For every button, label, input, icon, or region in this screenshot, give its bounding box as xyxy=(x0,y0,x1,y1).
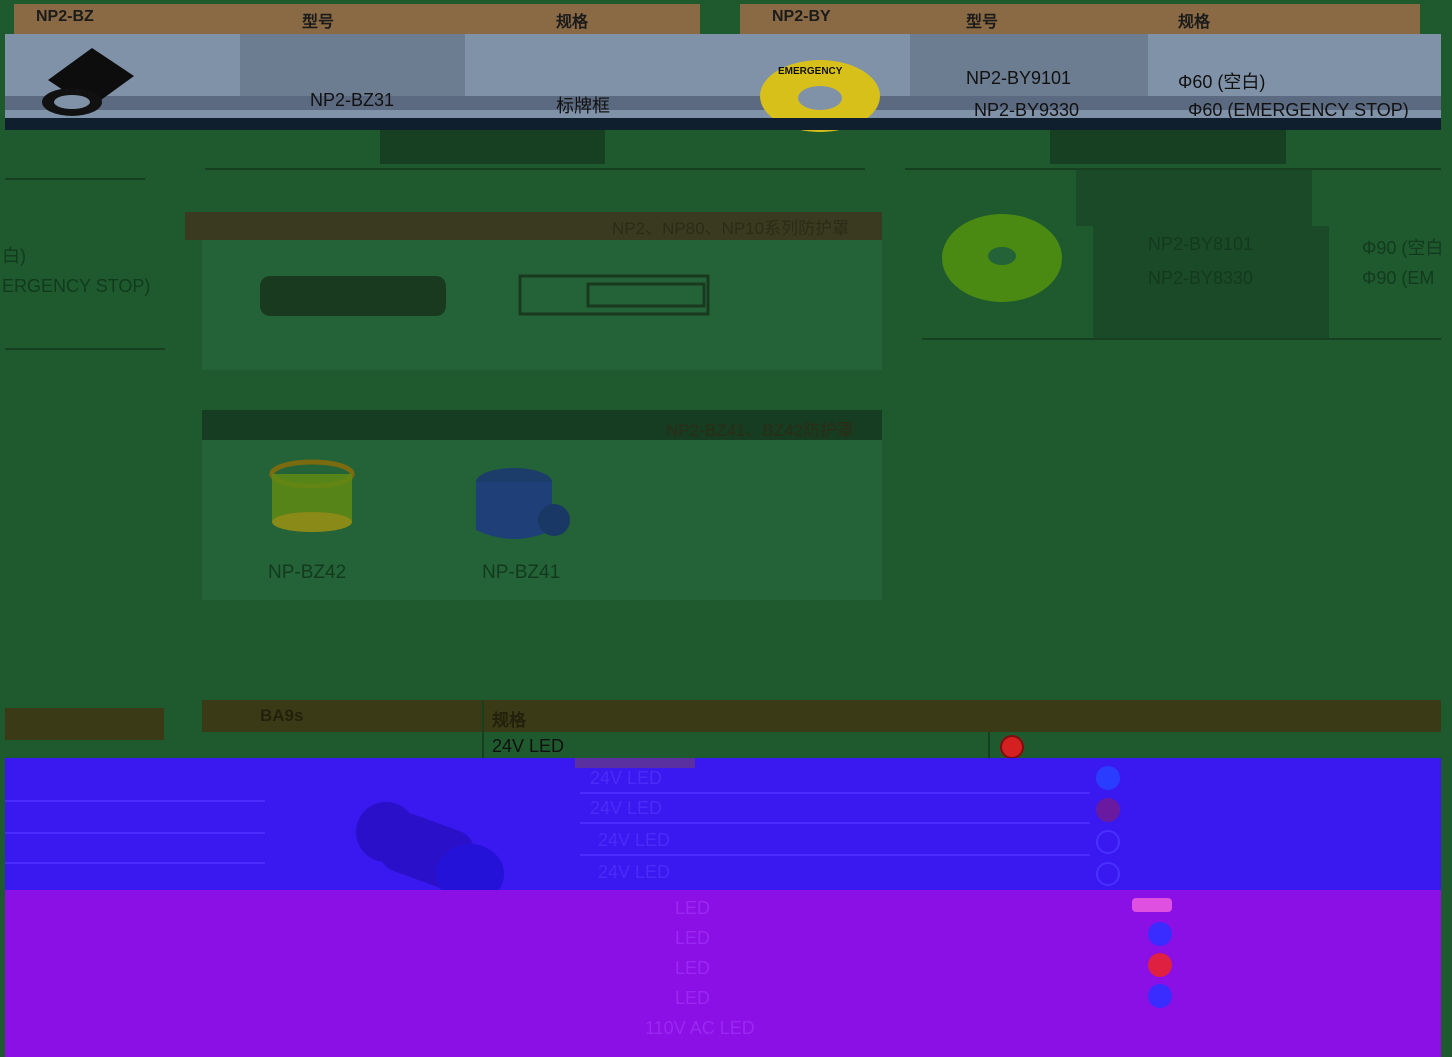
bulb-row-2-spec: 24V LED xyxy=(590,768,663,788)
rule-line xyxy=(922,338,1441,340)
led-blue-indicator xyxy=(1148,984,1172,1008)
bulb-row-7-spec: LED xyxy=(675,928,711,948)
header-spec-left: 规格 xyxy=(556,14,589,31)
model-np2-bz31: NP2-BZ31 xyxy=(310,90,395,110)
led-blue-indicator xyxy=(1096,766,1120,790)
bulb-row-8-spec: LED xyxy=(675,958,711,978)
blue-band-rule xyxy=(5,800,265,802)
spec-label-frame: 标牌框 xyxy=(556,96,610,116)
np-bz42-guard-icon xyxy=(269,459,355,532)
header-type-left: 型号 xyxy=(302,14,335,31)
bulb-row-1-spec: 24V LED xyxy=(492,736,565,756)
blue-band-rule xyxy=(580,822,1090,824)
bulb-table-header xyxy=(202,700,1441,732)
top-table-right-header xyxy=(740,4,1420,34)
blue-band-rule xyxy=(580,854,1090,856)
bulb-row-9-spec: LED xyxy=(675,988,711,1008)
header-np2-bz: NP2-BZ xyxy=(36,8,94,25)
bulb-row-3-spec: 24V LED xyxy=(590,798,663,818)
bulb-row-5-spec: 24V LED xyxy=(598,862,671,882)
spec-phi60-blank: Φ60 (空白) xyxy=(1178,72,1266,92)
led-red-indicator xyxy=(1000,735,1024,759)
blue-band-stripe xyxy=(575,758,695,768)
np-bz42-label: NP-BZ42 xyxy=(268,562,347,583)
left-dark-tab xyxy=(5,708,164,740)
guard-panel-2-title: NP2-BZ41、BZ42防护罩 xyxy=(666,421,854,440)
guard-panel-1-title: NP2、NP80、NP10系列防护罩 xyxy=(612,219,850,238)
led-pink-indicator xyxy=(1132,898,1172,912)
rule-line xyxy=(5,178,145,180)
left-partial-text-1: 白) xyxy=(2,246,26,266)
header-np2-by: NP2-BY xyxy=(772,8,831,25)
header-type-right: 型号 xyxy=(966,14,999,31)
bulb-row-6-spec: LED xyxy=(675,898,711,918)
model-np2-by9101: NP2-BY9101 xyxy=(966,68,1072,88)
large-plate-icon xyxy=(942,214,1062,302)
guard-sleeve-icon xyxy=(518,274,710,316)
rule-line xyxy=(205,168,865,170)
blue-band xyxy=(5,758,1441,890)
model-np2-by8101: NP2-BY8101 xyxy=(1148,234,1254,254)
spec-phi90-blank: Φ90 (空白 xyxy=(1362,238,1444,258)
emergency-text: EMERGENCY xyxy=(778,66,843,77)
bulb-row-4-spec: 24V LED xyxy=(598,830,671,850)
guard-cap-icon xyxy=(260,276,446,316)
rule-line xyxy=(5,348,165,350)
led-blue-indicator xyxy=(1096,830,1120,854)
led-red-indicator xyxy=(1148,953,1172,977)
np-bz41-guard-icon xyxy=(476,468,570,539)
led-blue-indicator xyxy=(1096,862,1120,886)
led-blue-indicator xyxy=(1148,922,1172,946)
model-np2-by8330: NP2-BY8330 xyxy=(1148,268,1254,288)
dark-band xyxy=(5,118,1441,130)
blue-band-rule xyxy=(5,862,265,864)
top-table-cell xyxy=(240,34,465,98)
bulb-row-10-spec: 110V AC LED xyxy=(645,1018,755,1038)
left-partial-text-2: ERGENCY STOP) xyxy=(2,276,151,296)
header-spec-right: 规格 xyxy=(1178,14,1211,31)
header-ba9s: BA9s xyxy=(260,706,304,725)
dark-block xyxy=(1076,170,1312,226)
blue-band-rule xyxy=(5,832,265,834)
bulb-table-divider xyxy=(482,700,484,766)
dark-block xyxy=(380,130,605,164)
led-purple-indicator xyxy=(1096,798,1120,822)
spec-phi90-emergency: Φ90 (EM xyxy=(1362,268,1435,288)
blue-band-rule xyxy=(580,792,1090,794)
top-table-left-header xyxy=(14,4,700,34)
dark-block xyxy=(1050,130,1286,164)
np-bz41-label: NP-BZ41 xyxy=(482,562,561,583)
header-spec-bulb: 规格 xyxy=(492,711,526,730)
